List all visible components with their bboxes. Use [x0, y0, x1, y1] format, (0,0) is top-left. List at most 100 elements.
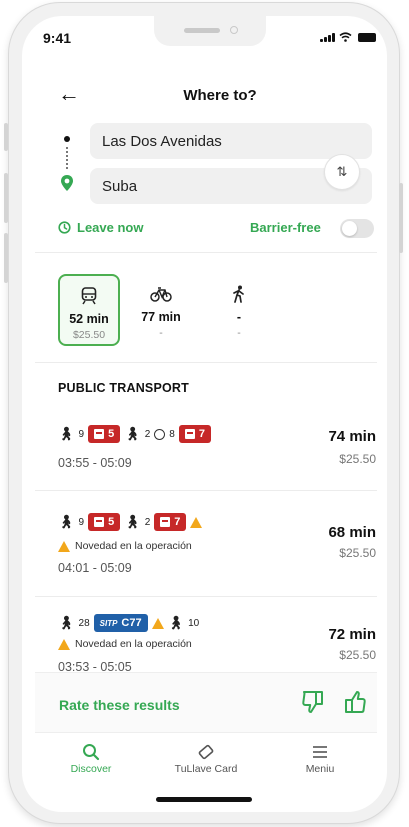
walk-icon: 🚶︎	[58, 426, 75, 441]
volume-down-button	[4, 233, 8, 283]
walk-icon	[208, 282, 270, 306]
battery-icon	[358, 33, 376, 42]
service-notice: Novedad en la operación	[58, 638, 192, 650]
tram-icon	[60, 284, 118, 308]
mode-walk[interactable]: - -	[208, 274, 270, 346]
walk-minutes: 9	[78, 428, 85, 440]
notch	[154, 16, 266, 46]
barrier-free-toggle[interactable]	[340, 219, 374, 238]
walk-icon: 🚶︎	[124, 426, 141, 441]
origin-dot-icon	[64, 136, 70, 142]
trip-duration: 74 min	[328, 428, 376, 445]
thumbs-down-icon[interactable]	[301, 689, 325, 715]
swap-button[interactable]: ⇅	[324, 154, 360, 190]
route-number: 5	[108, 516, 115, 528]
walk-minutes: 9	[78, 516, 85, 528]
route-badge: SITP C77	[93, 614, 148, 632]
card-icon	[161, 741, 251, 763]
time-range: 03:55 - 05:09	[58, 456, 132, 470]
trip-price: $25.50	[339, 648, 376, 662]
mode-time: 52 min	[69, 312, 109, 326]
leave-now-label: Leave now	[77, 220, 144, 235]
warning-icon	[151, 617, 164, 629]
walk-icon: 🚶︎	[58, 514, 75, 529]
power-button	[399, 183, 403, 253]
walk-icon: 🚶︎	[167, 615, 185, 630]
bottom-tab-bar: Discover TuLlave Card Meniu	[35, 732, 377, 796]
origin-field[interactable]: Las Dos Avenidas	[90, 123, 372, 159]
mode-time: 77 min	[141, 310, 181, 324]
route-badge: 5	[88, 513, 121, 531]
route-segments: 🚶︎ 9 5 🚶︎ 2 8 7	[58, 425, 211, 443]
cellular-signal-icon	[320, 33, 335, 42]
result-row[interactable]: 🚶︎ 9 5 🚶︎ 2 7 Novedad en la operación 04…	[35, 506, 377, 588]
mode-transit[interactable]: 52 min $25.50	[58, 274, 120, 346]
route-badge: 5	[88, 425, 121, 443]
status-time: 9:41	[43, 30, 72, 46]
time-range: 03:53 - 05:05	[58, 660, 132, 672]
route-connector	[66, 147, 68, 169]
mode-bike[interactable]: 77 min -	[130, 274, 192, 346]
mode-price: $25.50	[72, 329, 106, 341]
walk-minutes: 28	[78, 617, 90, 629]
warning-icon	[58, 540, 70, 552]
menu-icon	[275, 741, 365, 763]
result-row[interactable]: 🚶︎ 9 5 🚶︎ 2 8 7 03:55 - 05:09 74 min $25…	[35, 418, 377, 488]
divider	[35, 596, 377, 597]
toggle-knob	[342, 221, 357, 236]
speaker	[184, 28, 220, 33]
leave-now-button[interactable]: Leave now	[58, 220, 143, 235]
notice-text: Novedad en la operación	[75, 638, 192, 650]
route-badge: 7	[154, 513, 187, 531]
rate-results-bar: Rate these results	[35, 672, 377, 732]
tab-label: Discover	[70, 763, 112, 775]
warning-icon	[190, 516, 203, 528]
service-notice: Novedad en la operación	[58, 540, 192, 552]
back-arrow-icon[interactable]: ←	[58, 83, 80, 105]
divider	[35, 490, 377, 491]
tab-label: Meniu	[305, 763, 335, 775]
route-segments: 🚶︎ 9 5 🚶︎ 2 7	[58, 513, 203, 531]
bike-icon	[130, 282, 192, 306]
time-range: 04:01 - 05:09	[58, 561, 132, 575]
route-number: C77	[121, 617, 142, 629]
mode-price: -	[237, 327, 241, 339]
walk-minutes: 10	[188, 617, 200, 629]
page-title: Where to?	[183, 87, 257, 104]
trip-duration: 68 min	[328, 524, 376, 541]
barrier-free-label: Barrier-free	[250, 220, 321, 235]
divider	[35, 252, 377, 253]
route-number: 7	[198, 428, 205, 440]
walk-minutes: 2	[144, 516, 151, 528]
wifi-icon	[339, 32, 352, 42]
walk-icon: 🚶︎	[124, 514, 141, 529]
home-indicator	[156, 797, 252, 802]
trip-price: $25.50	[339, 546, 376, 560]
tab-label: TuLlave Card	[174, 763, 238, 775]
tab-tullave-card[interactable]: TuLlave Card	[161, 741, 251, 775]
wait-minutes: 8	[169, 428, 175, 440]
warning-icon	[58, 638, 70, 650]
clock-icon	[58, 221, 71, 234]
transmilenio-logo-icon	[184, 429, 195, 439]
mute-switch	[4, 123, 8, 151]
swap-arrows-icon: ⇅	[336, 164, 348, 179]
wait-clock-icon	[154, 428, 166, 440]
mode-price: -	[159, 327, 163, 339]
result-row[interactable]: 🚶︎ 28 SITP C77 🚶︎ 10 Novedad en la opera…	[35, 612, 377, 672]
volume-up-button	[4, 173, 8, 223]
tab-menu[interactable]: Meniu	[275, 741, 365, 775]
notice-text: Novedad en la operación	[75, 540, 192, 552]
thumbs-up-icon[interactable]	[343, 689, 367, 715]
mode-time: -	[236, 310, 242, 324]
trip-duration: 72 min	[328, 626, 376, 643]
walk-minutes: 2	[144, 428, 151, 440]
destination-pin-icon	[61, 175, 73, 191]
route-segments: 🚶︎ 28 SITP C77 🚶︎ 10	[58, 614, 199, 632]
walk-icon: 🚶︎	[58, 615, 75, 630]
route-number: 7	[174, 516, 181, 528]
sitp-logo: SITP	[99, 618, 118, 628]
rate-results-label: Rate these results	[59, 697, 180, 713]
status-icons	[320, 32, 376, 42]
tab-discover[interactable]: Discover	[46, 741, 136, 775]
